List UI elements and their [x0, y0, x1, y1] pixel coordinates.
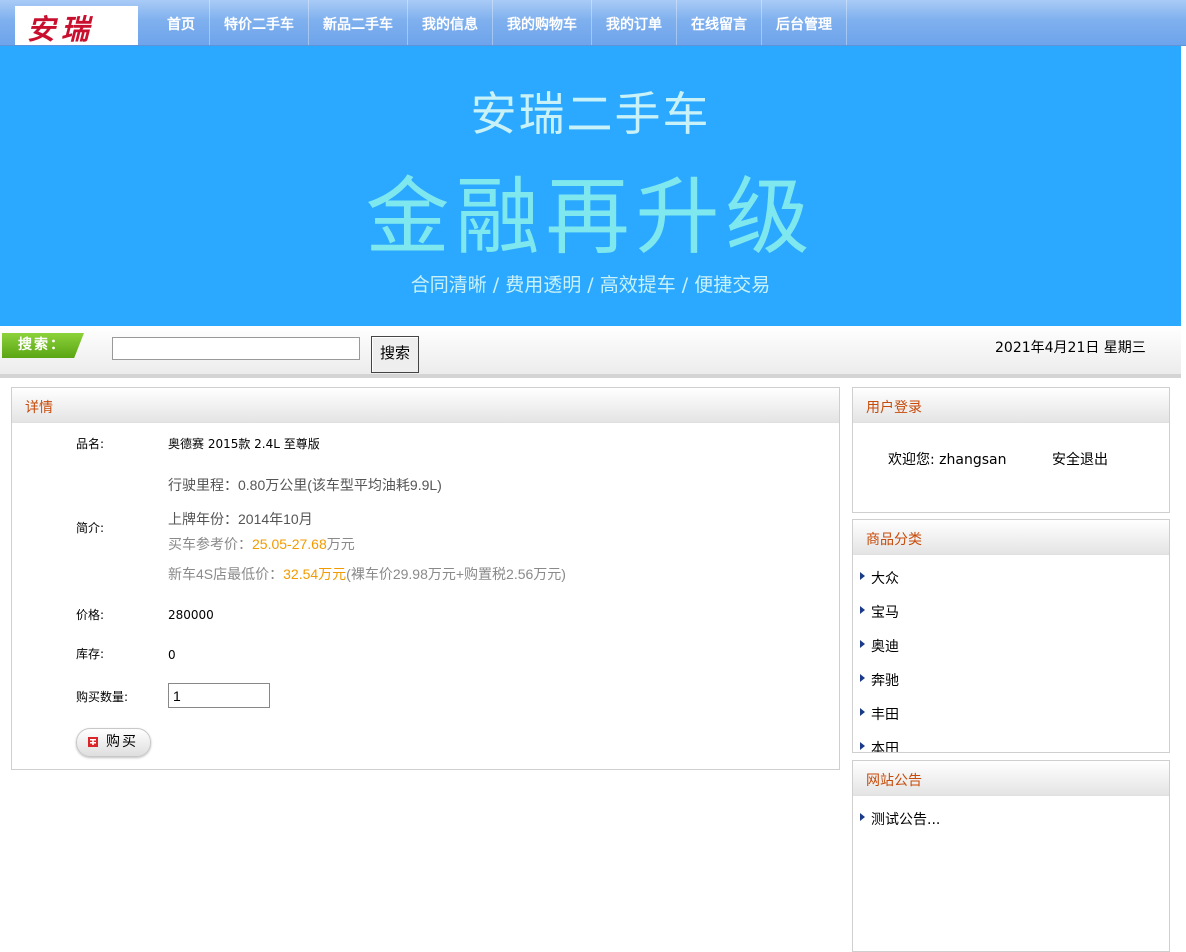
banner-headline: 金融再升级: [365, 168, 816, 266]
name-label: 品名:: [76, 437, 105, 451]
intro-new-car-price: 新车4S店最低价：32.54万元(裸车价29.98万元+购置税2.56万元): [168, 564, 566, 584]
category-item[interactable]: 本田: [860, 738, 899, 753]
logout-link[interactable]: 安全退出: [1052, 449, 1108, 469]
bullet-arrow-icon: [860, 813, 865, 821]
category-item[interactable]: 宝马: [860, 602, 899, 636]
price-value: 280000: [168, 608, 214, 622]
bullet-arrow-icon: [860, 640, 865, 648]
price-label: 价格:: [76, 608, 105, 622]
bullet-arrow-icon: [860, 572, 865, 580]
quantity-input[interactable]: [168, 683, 270, 708]
promo-banner: 安瑞二手车 金融再升级 合同清晰 / 费用透明 / 高效提车 / 便捷交易: [0, 46, 1181, 326]
banner-tagline: 合同清晰 / 费用透明 / 高效提车 / 便捷交易: [410, 274, 771, 296]
site-logo[interactable]: 安瑞: [15, 6, 138, 46]
stock-label: 库存:: [76, 647, 105, 661]
detail-title: 详情: [25, 400, 53, 416]
category-label: 奔驰: [871, 673, 899, 689]
nav-my-info[interactable]: 我的信息: [408, 0, 493, 45]
category-label: 丰田: [871, 707, 899, 723]
intro-plate-year: 上牌年份：2014年10月: [168, 511, 313, 527]
panel-header: 网站公告: [853, 761, 1169, 796]
ref-price-value: 25.05-27.68: [252, 536, 327, 552]
product-name: 奥德赛 2015款 2.4L 至尊版: [168, 437, 320, 451]
logo-text: 安瑞: [27, 13, 96, 46]
nav-special-used-cars[interactable]: 特价二手车: [210, 0, 309, 45]
search-tag-label: 搜索：: [2, 333, 84, 358]
buy-icon: [88, 737, 98, 747]
nav-admin[interactable]: 后台管理: [762, 0, 847, 45]
category-item[interactable]: 丰田: [860, 704, 899, 738]
search-button[interactable]: 搜索: [371, 336, 419, 373]
ref-price-label: 买车参考价：: [168, 536, 252, 552]
bullet-arrow-icon: [860, 674, 865, 682]
bullet-arrow-icon: [860, 742, 865, 750]
login-title: 用户登录: [866, 400, 922, 416]
category-panel: 商品分类 大众 宝马 奥迪 奔驰 丰田 本田: [852, 519, 1170, 753]
intro-mileage: 行驶里程：0.80万公里(该车型平均油耗9.9L): [168, 477, 442, 493]
bullet-arrow-icon: [860, 606, 865, 614]
search-bar: 搜索： 搜索 2021年4月21日 星期三: [0, 326, 1181, 378]
notice-title: 网站公告: [866, 773, 922, 789]
nav-new-used-cars[interactable]: 新品二手车: [309, 0, 408, 45]
category-label: 本田: [871, 741, 899, 753]
new-price-label: 新车4S店最低价：: [168, 566, 284, 582]
buy-button[interactable]: 购买: [76, 728, 151, 757]
category-item[interactable]: 奔驰: [860, 670, 899, 704]
nav-home[interactable]: 首页: [153, 0, 210, 45]
intro-label: 简介:: [76, 521, 105, 535]
search-input[interactable]: [112, 337, 360, 360]
notice-item[interactable]: 测试公告...: [860, 809, 940, 829]
category-title: 商品分类: [866, 532, 922, 548]
nav-my-cart[interactable]: 我的购物车: [493, 0, 592, 45]
bullet-arrow-icon: [860, 708, 865, 716]
panel-header: 用户登录: [853, 388, 1169, 423]
new-price-value: 32.54万元: [283, 566, 347, 582]
category-item[interactable]: 大众: [860, 568, 899, 602]
category-label: 大众: [871, 571, 899, 587]
top-nav-bar: 安瑞 首页 特价二手车 新品二手车 我的信息 我的购物车 我的订单 在线留言 后…: [0, 0, 1186, 46]
current-date: 2021年4月21日 星期三: [995, 340, 1146, 356]
main-nav: 首页 特价二手车 新品二手车 我的信息 我的购物车 我的订单 在线留言 后台管理: [153, 0, 847, 45]
category-label: 奥迪: [871, 639, 899, 655]
nav-online-message[interactable]: 在线留言: [677, 0, 762, 45]
nav-my-orders[interactable]: 我的订单: [592, 0, 677, 45]
panel-header: 详情: [12, 388, 839, 423]
product-detail-panel: 详情 品名: 奥德赛 2015款 2.4L 至尊版 行驶里程：0.80万公里(该…: [11, 387, 840, 770]
quantity-label: 购买数量:: [76, 690, 129, 704]
new-price-breakdown: (裸车价29.98万元+购置税2.56万元): [346, 566, 566, 582]
user-login-panel: 用户登录 欢迎您: zhangsan 安全退出: [852, 387, 1170, 513]
panel-header: 商品分类: [853, 520, 1169, 555]
intro-reference-price: 买车参考价：25.05-27.68万元: [168, 534, 355, 554]
buy-button-label: 购买: [106, 734, 138, 750]
welcome-text: 欢迎您: zhangsan: [888, 452, 1007, 468]
banner-brand: 安瑞二手车: [470, 87, 711, 141]
category-item[interactable]: 奥迪: [860, 636, 899, 670]
category-label: 宝马: [871, 605, 899, 621]
notice-label: 测试公告...: [871, 812, 941, 828]
category-list: 大众 宝马 奥迪 奔驰 丰田 本田: [860, 568, 899, 753]
site-notice-panel: 网站公告 测试公告...: [852, 760, 1170, 952]
ref-price-unit: 万元: [326, 536, 355, 552]
stock-value: 0: [168, 648, 176, 662]
